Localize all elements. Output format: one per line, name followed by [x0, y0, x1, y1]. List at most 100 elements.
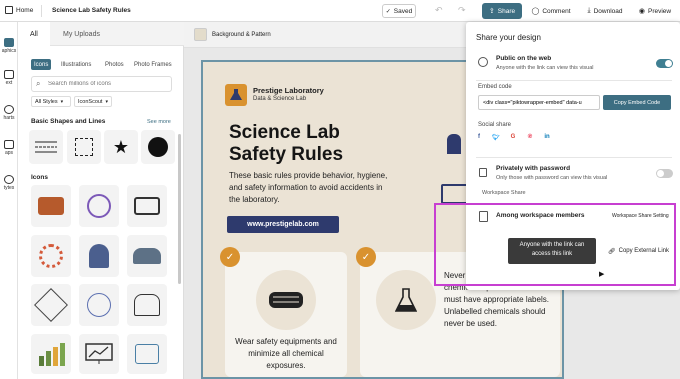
- download-button[interactable]: ⤓ Download: [583, 4, 627, 18]
- icon-tile[interactable]: [79, 334, 119, 374]
- shape-star[interactable]: ★: [104, 130, 138, 164]
- rail-item-text[interactable]: ext: [0, 70, 18, 86]
- lines-icon: [35, 141, 57, 153]
- flask-logo-icon: [225, 84, 247, 106]
- icon-tile[interactable]: [127, 185, 167, 227]
- left-rail: aphics ext harts aps tytes: [0, 22, 18, 379]
- mask-icon: [256, 270, 316, 330]
- text-icon: [4, 70, 14, 79]
- icon-tile[interactable]: [79, 284, 119, 326]
- network-icon: [87, 194, 111, 218]
- document-title[interactable]: Science Lab Safety Rules: [52, 7, 131, 14]
- circle-icon: [148, 137, 168, 157]
- search-input[interactable]: [48, 79, 168, 89]
- search-field[interactable]: ⌕: [31, 76, 172, 92]
- private-toggle[interactable]: [656, 169, 673, 178]
- saved-indicator[interactable]: ✓ Saved: [382, 4, 416, 18]
- dashed-square-icon: [75, 138, 93, 156]
- poster-description: These basic rules provide behavior, hygi…: [229, 171, 388, 204]
- chevron-down-icon: ▾: [105, 98, 108, 105]
- google-icon[interactable]: G: [508, 134, 518, 148]
- undo-icon[interactable]: ↶: [435, 5, 443, 16]
- graphics-panel: All My Uploads Icons Illustrations Photo…: [18, 22, 184, 379]
- tab-my-uploads[interactable]: My Uploads: [63, 31, 100, 38]
- graphics-icon: [4, 38, 14, 47]
- check-icon: ✓: [385, 8, 391, 15]
- public-toggle[interactable]: [656, 59, 673, 68]
- menu-icon[interactable]: [5, 6, 13, 14]
- icon-tile[interactable]: [127, 334, 167, 374]
- social-label: Social share: [478, 122, 512, 128]
- style-filter-dropdown[interactable]: All Styles ▾: [31, 96, 71, 107]
- divider: [476, 157, 672, 158]
- download-icon: ⤓: [587, 7, 591, 14]
- see-more-link[interactable]: See more: [147, 119, 171, 125]
- rail-item-styles[interactable]: tytes: [0, 175, 18, 191]
- rail-item-graphics[interactable]: aphics: [0, 38, 18, 54]
- preview-button[interactable]: ◉ Preview: [635, 4, 675, 18]
- icon-tile[interactable]: [127, 284, 167, 326]
- facebook-icon[interactable]: f: [474, 134, 484, 148]
- social-icons: f 🐦︎ G ℗ in: [474, 134, 594, 148]
- briefcase-outline-icon: [134, 197, 160, 215]
- brand-subtitle: Data & Science Lab: [253, 96, 307, 102]
- shape-dashed-square[interactable]: [67, 130, 101, 164]
- gear-people-icon: [39, 244, 63, 268]
- divider: [476, 80, 672, 81]
- copy-embed-button[interactable]: Copy Embed Code: [603, 95, 671, 110]
- shape-lines[interactable]: [29, 130, 63, 164]
- rail-item-charts[interactable]: harts: [0, 105, 18, 121]
- icon-tile[interactable]: [31, 334, 71, 374]
- poster-title: Science Lab Safety Rules: [229, 122, 344, 165]
- comment-button[interactable]: ◯ Comment: [529, 4, 573, 18]
- eye-icon: ◉: [638, 8, 645, 15]
- rule-card-1-text: Wear safety equipments and minimize all …: [235, 337, 337, 370]
- workspace-label: Workspace Share: [482, 190, 526, 196]
- embed-label: Embed code: [478, 84, 512, 90]
- chart-icon: [4, 105, 14, 114]
- shape-circle[interactable]: [141, 130, 175, 164]
- home-link[interactable]: Home: [16, 7, 33, 14]
- briefcase-icon: [38, 197, 64, 215]
- linkedin-icon[interactable]: in: [542, 134, 552, 148]
- connection-icon: [87, 293, 111, 317]
- globe-icon: [478, 57, 488, 67]
- subtab-icons[interactable]: Icons: [31, 59, 52, 70]
- private-password-option[interactable]: Privately with password Only those with …: [466, 162, 680, 188]
- palette-icon: [4, 175, 14, 184]
- embed-code-input[interactable]: [478, 95, 600, 110]
- subtab-illustrations[interactable]: Illustrations: [58, 59, 94, 70]
- highlight-box: [434, 203, 676, 286]
- icon-tile[interactable]: [79, 185, 119, 227]
- icon-tile[interactable]: [127, 235, 167, 277]
- share-icon: ⇪: [488, 8, 495, 15]
- map-icon: [4, 140, 14, 149]
- icon-tile[interactable]: [31, 284, 71, 326]
- redo-icon[interactable]: ↷: [458, 5, 466, 16]
- tab-all[interactable]: All: [18, 22, 50, 47]
- flask-icon: [376, 270, 436, 330]
- twitter-icon[interactable]: 🐦︎: [491, 134, 501, 148]
- comment-icon: ◯: [531, 8, 540, 15]
- check-badge-icon: ✓: [356, 247, 376, 267]
- icon-tile[interactable]: [31, 185, 71, 227]
- rule-card-1: Wear safety equipments and minimize all …: [225, 252, 347, 377]
- icon-tile[interactable]: [31, 235, 71, 277]
- background-swatch[interactable]: [194, 28, 207, 41]
- website-badge: www.prestigelab.com: [227, 216, 339, 233]
- brand-name: Prestige Laboratory: [253, 86, 324, 95]
- share-heading: Share your design: [476, 33, 541, 42]
- rail-item-maps[interactable]: aps: [0, 140, 18, 156]
- subtab-photo-frames[interactable]: Photo Frames: [131, 59, 175, 70]
- bar-growth-icon: [39, 343, 65, 366]
- share-button[interactable]: ⇪ Share: [482, 3, 522, 19]
- section-heading-icons: Icons: [31, 174, 48, 181]
- background-pattern-button[interactable]: Background & Pattern: [212, 32, 271, 38]
- divider: [41, 5, 42, 17]
- pinterest-icon[interactable]: ℗: [525, 134, 535, 148]
- icon-tile[interactable]: [79, 235, 119, 277]
- subtab-photos[interactable]: Photos: [102, 59, 127, 70]
- public-web-option[interactable]: Public on the web Anyone with the link c…: [466, 52, 680, 78]
- source-filter-dropdown[interactable]: IconScout ▾: [74, 96, 112, 107]
- panel-scrollbar[interactable]: [178, 134, 181, 284]
